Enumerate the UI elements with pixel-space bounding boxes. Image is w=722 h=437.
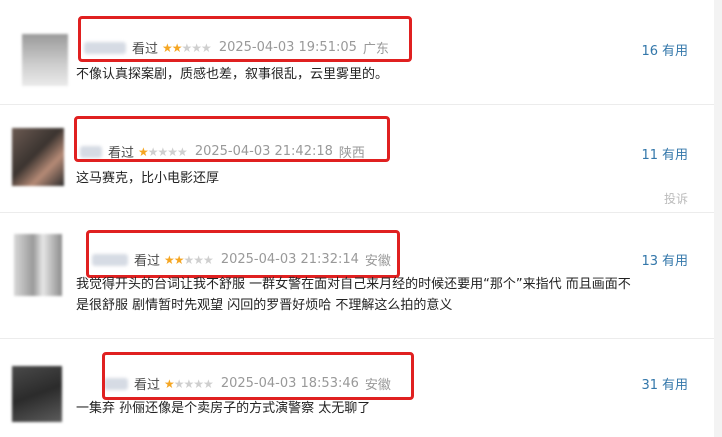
avatar[interactable] <box>14 234 62 296</box>
vote-count: 11 <box>641 148 658 163</box>
scrollbar[interactable] <box>714 0 722 437</box>
avatar[interactable] <box>12 366 62 422</box>
highlight-box <box>86 230 400 278</box>
comment-text: 一集弃 孙俪还像是个卖房子的方式演警察 太无聊了 <box>76 401 371 416</box>
useful-votes[interactable]: 13 有用 <box>641 250 688 269</box>
useful-button[interactable]: 有用 <box>662 148 688 163</box>
comment-item: 看过 ★★★★★ 2025-04-03 21:32:14 安徽 13 有用 我觉得… <box>0 212 722 339</box>
useful-votes[interactable]: 16 有用 <box>641 40 688 59</box>
highlight-box <box>74 116 390 162</box>
highlight-box <box>102 352 414 400</box>
useful-votes[interactable]: 11 有用 <box>641 144 688 163</box>
vote-count: 16 <box>641 44 658 59</box>
comment-item: 看过 ★★★★★ 2025-04-03 19:51:05 广东 16 有用 不像认… <box>0 0 722 105</box>
useful-button[interactable]: 有用 <box>662 254 688 269</box>
vote-count: 13 <box>641 254 658 269</box>
avatar[interactable] <box>22 34 68 86</box>
useful-button[interactable]: 有用 <box>662 378 688 393</box>
vote-count: 31 <box>641 378 658 393</box>
comment-item: 看过 ★★★★★ 2025-04-03 18:53:46 安徽 31 有用 一集弃… <box>0 338 722 437</box>
useful-button[interactable]: 有用 <box>662 44 688 59</box>
comment-item: 看过 ★★★★★ 2025-04-03 21:42:18 陕西 11 有用 这马赛… <box>0 104 722 213</box>
highlight-box <box>78 16 412 62</box>
comment-text: 不像认真探案剧，质感也差，叙事很乱，云里雾里的。 <box>76 67 389 82</box>
comment-text: 我觉得开头的台词让我不舒服 一群女警在面对自己来月经的时候还要用“那个”来指代 … <box>76 277 631 313</box>
avatar[interactable] <box>12 128 64 186</box>
comment-text: 这马赛克，比小电影还厚 <box>76 171 220 186</box>
useful-votes[interactable]: 31 有用 <box>641 374 688 393</box>
report-link[interactable]: 投诉 <box>664 190 688 207</box>
